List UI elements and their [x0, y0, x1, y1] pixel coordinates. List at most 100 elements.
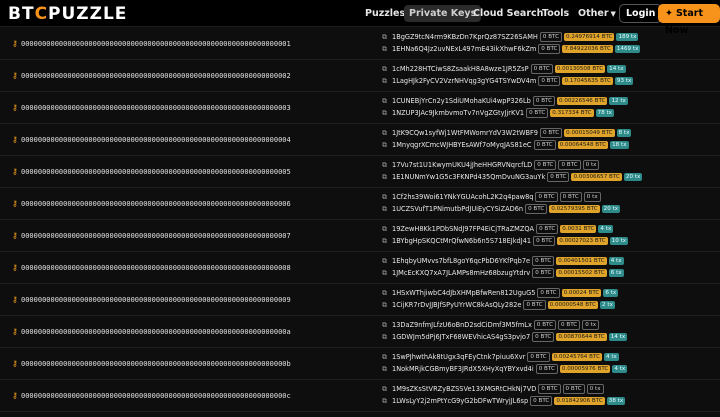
- copy-icon[interactable]: ⧉: [382, 288, 392, 299]
- private-key[interactable]: ⚷ 000000000000000000000000000000000000000…: [12, 199, 291, 209]
- bitcoin-address[interactable]: 1E1NUNmYw1G5c3FKNPd435QmDvuNG3auYk: [392, 172, 545, 183]
- copy-icon[interactable]: ⧉: [382, 108, 392, 119]
- copy-icon[interactable]: ⧉: [382, 332, 392, 343]
- bitcoin-address[interactable]: 1M9sZKsStVRZyBZSSVe13XMGRtCHkNj7VD: [392, 384, 536, 395]
- bitcoin-address[interactable]: 1BYbgHpSKQCtMrQfwN6b6n5S718EJkdJ41: [392, 236, 531, 247]
- copy-icon[interactable]: ⧉: [382, 204, 392, 215]
- bitcoin-address[interactable]: 1NZUP3JAc9JkmbvmoTv7nVgZGtyJjrKV1: [392, 108, 524, 119]
- private-key[interactable]: ⚷ 000000000000000000000000000000000000000…: [12, 39, 291, 49]
- copy-icon[interactable]: ⧉: [382, 172, 392, 183]
- private-key[interactable]: ⚷ 000000000000000000000000000000000000000…: [12, 359, 291, 369]
- private-key[interactable]: ⚷ 000000000000000000000000000000000000000…: [12, 167, 291, 177]
- rocket-icon: ✦: [665, 8, 673, 19]
- copy-icon[interactable]: ⧉: [382, 352, 392, 363]
- copy-icon[interactable]: ⧉: [382, 320, 392, 331]
- bitcoin-address[interactable]: 1GDWJm5dPj6JTxF68WEVhicAS4gS3pvjo7: [392, 332, 530, 343]
- copy-icon[interactable]: ⧉: [382, 256, 392, 267]
- bitcoin-address[interactable]: 1NokMRjkCGBmyBF3JRdX5XHyXqYBYxvd4i: [392, 364, 534, 375]
- login-button[interactable]: Login: [619, 4, 663, 23]
- btcpuzzle-logo[interactable]: BTCPUZZLE: [8, 4, 127, 24]
- private-key[interactable]: ⚷ 000000000000000000000000000000000000000…: [12, 103, 291, 113]
- address-line: ⧉ 1cMh228HTCiwS8ZsaakH8A8wze1JR5ZsP 0 BTC 0…: [382, 64, 626, 75]
- copy-icon[interactable]: ⧉: [382, 44, 392, 55]
- nav-puzzles[interactable]: Puzzles: [365, 5, 405, 22]
- private-key[interactable]: ⚷ 000000000000000000000000000000000000000…: [12, 71, 291, 81]
- copy-icon[interactable]: ⧉: [382, 396, 392, 407]
- received-badge: 7.84922036 BTC: [562, 45, 613, 53]
- tx-count-badge: 0 tx: [586, 384, 604, 394]
- copy-icon[interactable]: ⧉: [382, 96, 392, 107]
- key-icon: ⚷: [12, 167, 18, 176]
- address-line: ⧉ 1MnyqgrXCmcWJHBYEsAWf7oMyqJAS81eC 0 BTC 0…: [382, 140, 629, 151]
- copy-icon[interactable]: ⧉: [382, 300, 392, 311]
- copy-icon[interactable]: ⧉: [382, 384, 392, 395]
- bitcoin-address[interactable]: 1BgGZ9tcN4rm9KBzDn7KprQz87SZ26SAMH: [392, 32, 538, 43]
- bitcoin-address[interactable]: 1JMcEcKXQ7xA7JLAMPs8mHz68bzugYtdrv: [392, 268, 530, 279]
- bitcoin-address[interactable]: 1JtK9CQw1syfWj1WtFMWomrYdV3W2tWBF9: [392, 128, 538, 139]
- key-icon: ⚷: [12, 231, 18, 240]
- nav-other[interactable]: Other ▼: [578, 5, 616, 22]
- private-key[interactable]: ⚷ 000000000000000000000000000000000000000…: [12, 135, 291, 145]
- bitcoin-address[interactable]: 1Cf2hs39Woi61YNkYGUAcohL2K2q4paw8q: [392, 192, 533, 203]
- received-badge: 0.00024 BTC: [561, 289, 602, 297]
- private-key[interactable]: ⚷ 000000000000000000000000000000000000000…: [12, 391, 291, 401]
- bitcoin-address[interactable]: 1LWsLyY2j2mPtYcG9yG2bDFwTWryjJL6sp: [392, 396, 528, 407]
- nav-tools[interactable]: Tools: [542, 5, 569, 22]
- bitcoin-address[interactable]: 17Vu7st1U1KwymUKU4jJheHHGRVNqrcfLD: [392, 160, 532, 171]
- bitcoin-address[interactable]: 1SwPJhwthAk8tUgx3qFEyCtnk7piuu6Xvr: [392, 352, 525, 363]
- start-now-button[interactable]: ✦ Start Now: [658, 4, 720, 36]
- copy-icon[interactable]: ⧉: [382, 32, 392, 43]
- copy-icon[interactable]: ⧉: [382, 64, 392, 75]
- tx-count-badge: 4 tx: [608, 257, 624, 265]
- copy-icon[interactable]: ⧉: [382, 160, 392, 171]
- bitcoin-address[interactable]: 19ZewH8Kk1PDbSNdJ97FP4EiCjTRaZMZQA: [392, 224, 534, 235]
- nav-private-keys[interactable]: Private Keys: [404, 5, 482, 22]
- bitcoin-address[interactable]: 1UCZSVufT1PNimutbPdJUiEyCYSiZAD6n: [392, 204, 523, 215]
- copy-icon[interactable]: ⧉: [382, 76, 392, 87]
- private-key[interactable]: ⚷ 000000000000000000000000000000000000000…: [12, 295, 291, 305]
- tx-count-badge: 10 tx: [609, 237, 629, 245]
- tx-count-badge: 0 tx: [583, 192, 601, 202]
- bitcoin-address[interactable]: 13DaZ9nfmJLfzU6oBnD2sdCiDmf3M5fmLx: [392, 320, 532, 331]
- private-key-hex: 0000000000000000000000000000000000000000…: [21, 328, 291, 336]
- balance-badge: 0 BTC: [532, 256, 555, 266]
- private-key[interactable]: ⚷ 000000000000000000000000000000000000000…: [12, 263, 291, 273]
- balance-badge: 0 BTC: [523, 300, 546, 310]
- private-key[interactable]: ⚷ 000000000000000000000000000000000000000…: [12, 327, 291, 337]
- bitcoin-address[interactable]: 1LagHJk2FyCV2VzrNHVqg3gYG4TSYwDV4m: [392, 76, 536, 87]
- copy-icon[interactable]: ⧉: [382, 128, 392, 139]
- private-key[interactable]: ⚷ 000000000000000000000000000000000000000…: [12, 231, 291, 241]
- received-badge: 0.00130508 BTC: [554, 65, 606, 73]
- address-line: ⧉ 1SwPJhwthAk8tUgx3qFEyCtnk7piuu6Xvr 0 BTC…: [382, 352, 619, 363]
- balance-badge: 0 BTC: [530, 64, 553, 74]
- bitcoin-address[interactable]: 1HSxWThjiwbC4dJbXHMpBfwRen812UguG5: [392, 288, 535, 299]
- tx-count-badge: 14 tx: [608, 333, 628, 341]
- address-line: ⧉ 1EHNa6Q4Jz2uvNExL497mE43ikXhwF6kZm 0 BTC…: [382, 44, 641, 55]
- bitcoin-address[interactable]: 1CUNEBjYrCn2y1SdiUMohaKUi4wpP326Lb: [392, 96, 531, 107]
- bitcoin-address[interactable]: 1EhqbyUMvvs7bfL8goY6qcPbD6YKfPqb7e: [392, 256, 530, 267]
- bitcoin-address[interactable]: 1cMh228HTCiwS8ZsaakH8A8wze1JR5ZsP: [392, 64, 529, 75]
- address-line: ⧉ 1CUNEBjYrCn2y1SdiUMohaKUi4wpP326Lb 0 BTC…: [382, 96, 628, 107]
- copy-icon[interactable]: ⧉: [382, 268, 392, 279]
- copy-icon[interactable]: ⧉: [382, 192, 392, 203]
- tx-count-badge: 93 tx: [614, 77, 634, 85]
- bitcoin-address[interactable]: 1EHNa6Q4Jz2uvNExL497mE43ikXhwF6kZm: [392, 44, 536, 55]
- received-badge: 0.00064548 BTC: [557, 141, 609, 149]
- bitcoin-address[interactable]: 1CijKR7rDvJJBJfSPyUYrWC8kAsQLy282e: [392, 300, 521, 311]
- address-line: ⧉ 1E1NUNmYw1G5c3FKNPd435QmDvuNG3auYk 0 BTC…: [382, 172, 643, 183]
- tx-count-badge: 1469 tx: [614, 45, 641, 53]
- copy-icon[interactable]: ⧉: [382, 224, 392, 235]
- copy-icon[interactable]: ⧉: [382, 140, 392, 151]
- top-navbar: BTCPUZZLE Puzzles Private Keys Cloud Sea…: [0, 0, 720, 36]
- tx-count-badge: 14 tx: [607, 65, 626, 73]
- received-badge: 0.00245764 BTC: [551, 353, 602, 361]
- balance-badge: 0 BTC: [525, 204, 548, 214]
- key-icon: ⚷: [12, 71, 18, 80]
- tx-count-badge: 12 tx: [609, 97, 628, 105]
- received-badge: 0.00226546 BTC: [557, 97, 608, 105]
- copy-icon[interactable]: ⧉: [382, 364, 392, 375]
- copy-icon[interactable]: ⧉: [382, 236, 392, 247]
- table-row: ⚷ 000000000000000000000000000000000000000…: [0, 252, 720, 284]
- bitcoin-address[interactable]: 1MnyqgrXCmcWJHBYEsAWf7oMyqJAS81eC: [392, 140, 532, 151]
- nav-cloud-search[interactable]: Cloud Search: [473, 5, 543, 22]
